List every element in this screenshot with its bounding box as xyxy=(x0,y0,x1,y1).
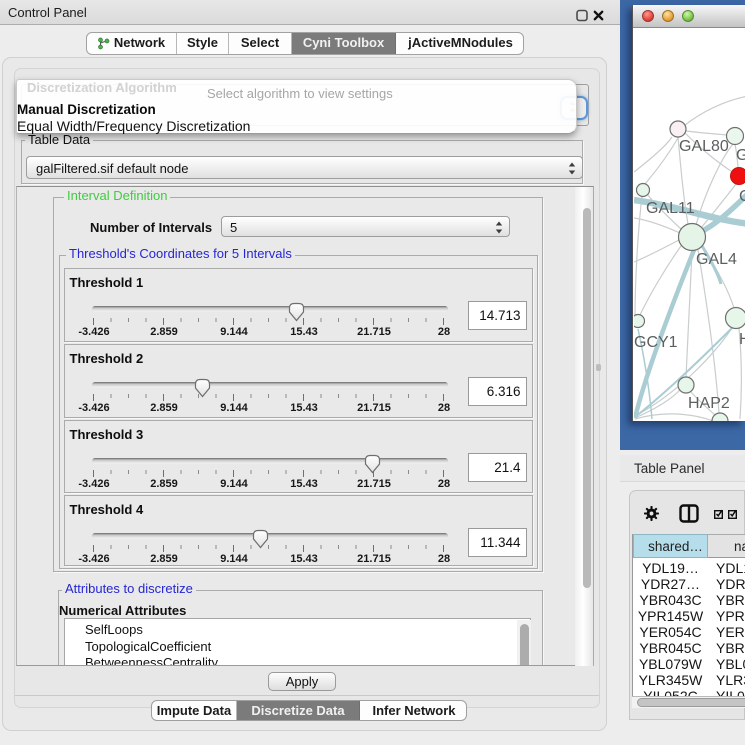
svg-text:GCY1: GCY1 xyxy=(634,334,678,351)
svg-text:HAP2: HAP2 xyxy=(688,395,730,412)
svg-text:H: H xyxy=(739,331,745,348)
svg-text:GAL80: GAL80 xyxy=(679,138,729,155)
svg-text:GA: GA xyxy=(736,147,745,164)
svg-text:C: C xyxy=(739,188,745,205)
svg-text:GAL4: GAL4 xyxy=(696,251,737,268)
svg-text:GAL11: GAL11 xyxy=(646,200,695,217)
